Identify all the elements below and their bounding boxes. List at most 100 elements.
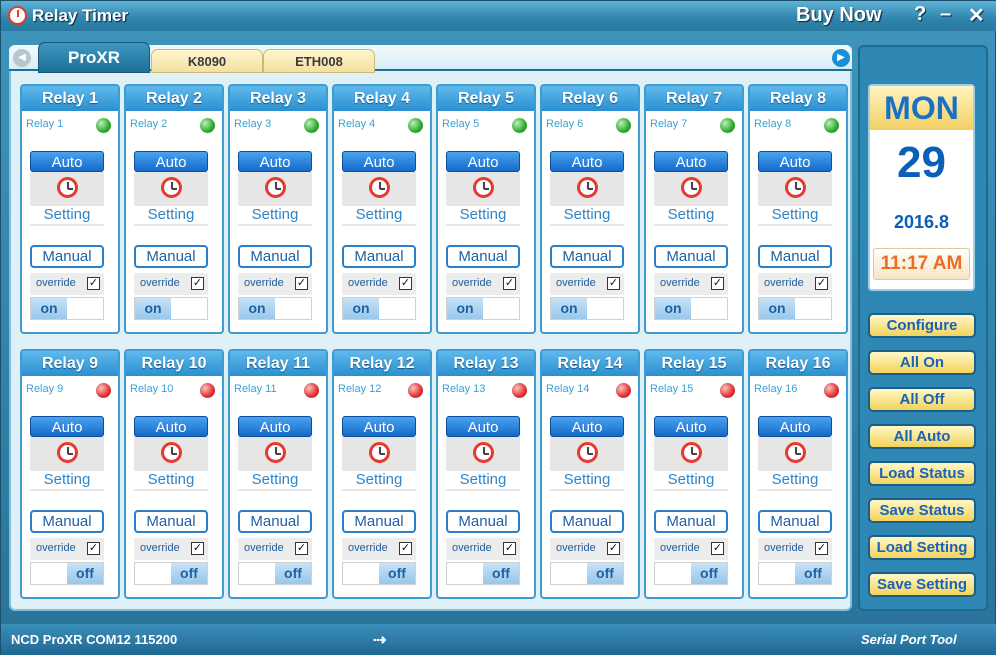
relay-toggle[interactable]: on (446, 297, 520, 320)
tab-scroll-left-icon[interactable]: ◀ (13, 49, 31, 67)
tab-k8090[interactable]: K8090 (151, 49, 263, 73)
relay-toggle[interactable]: off (30, 562, 104, 585)
auto-button[interactable]: Auto (30, 416, 104, 437)
auto-button[interactable]: Auto (550, 151, 624, 172)
auto-button[interactable]: Auto (550, 416, 624, 437)
serial-port-tool-logo[interactable]: Serial Port Tool (861, 632, 957, 647)
load-setting-button[interactable]: Load Setting (868, 535, 976, 560)
relay-toggle[interactable]: on (654, 297, 728, 320)
auto-button[interactable]: Auto (134, 416, 208, 437)
override-checkbox[interactable]: ✓ (191, 542, 204, 555)
tab-proxr[interactable]: ProXR (38, 42, 150, 73)
auto-button[interactable]: Auto (342, 416, 416, 437)
manual-button[interactable]: Manual (238, 510, 312, 533)
minimize-button[interactable]: – (940, 3, 951, 26)
relay-toggle[interactable]: on (342, 297, 416, 320)
timer-setting-button[interactable]: Setting (654, 172, 728, 226)
manual-button[interactable]: Manual (342, 510, 416, 533)
relay-toggle[interactable]: off (134, 562, 208, 585)
override-checkbox[interactable]: ✓ (815, 277, 828, 290)
save-status-button[interactable]: Save Status (868, 498, 976, 523)
manual-button[interactable]: Manual (758, 245, 832, 268)
manual-button[interactable]: Manual (758, 510, 832, 533)
relay-toggle[interactable]: off (446, 562, 520, 585)
timer-setting-button[interactable]: Setting (238, 437, 312, 491)
timer-setting-button[interactable]: Setting (446, 437, 520, 491)
auto-button[interactable]: Auto (134, 151, 208, 172)
relay-toggle[interactable]: off (654, 562, 728, 585)
override-label: override (660, 277, 700, 289)
override-checkbox[interactable]: ✓ (503, 542, 516, 555)
override-checkbox[interactable]: ✓ (295, 542, 308, 555)
auto-button[interactable]: Auto (446, 151, 520, 172)
auto-button[interactable]: Auto (654, 416, 728, 437)
manual-button[interactable]: Manual (30, 510, 104, 533)
override-checkbox[interactable]: ✓ (711, 542, 724, 555)
timer-setting-button[interactable]: Setting (342, 437, 416, 491)
help-button[interactable]: ? (914, 3, 926, 26)
tab-scroll-right-icon[interactable]: ▶ (832, 49, 850, 67)
timer-setting-button[interactable]: Setting (342, 172, 416, 226)
buy-now-button[interactable]: Buy Now (796, 4, 882, 27)
close-button[interactable]: ✕ (968, 3, 985, 28)
load-status-button[interactable]: Load Status (868, 461, 976, 486)
timer-setting-button[interactable]: Setting (758, 437, 832, 491)
override-checkbox[interactable]: ✓ (607, 277, 620, 290)
override-checkbox[interactable]: ✓ (295, 277, 308, 290)
auto-button[interactable]: Auto (758, 151, 832, 172)
relay-toggle[interactable]: on (30, 297, 104, 320)
manual-button[interactable]: Manual (446, 245, 520, 268)
relay-toggle[interactable]: off (238, 562, 312, 585)
manual-button[interactable]: Manual (30, 245, 104, 268)
auto-button[interactable]: Auto (30, 151, 104, 172)
timer-setting-button[interactable]: Setting (30, 437, 104, 491)
override-checkbox[interactable]: ✓ (607, 542, 620, 555)
manual-button[interactable]: Manual (134, 245, 208, 268)
override-checkbox[interactable]: ✓ (87, 542, 100, 555)
manual-button[interactable]: Manual (134, 510, 208, 533)
relay-toggle[interactable]: on (758, 297, 832, 320)
relay-toggle[interactable]: on (238, 297, 312, 320)
save-setting-button[interactable]: Save Setting (868, 572, 976, 597)
override-checkbox[interactable]: ✓ (399, 542, 412, 555)
relay-toggle[interactable]: off (550, 562, 624, 585)
title-bar[interactable]: Relay Timer Buy Now ? – ✕ (1, 1, 996, 31)
timer-setting-button[interactable]: Setting (134, 437, 208, 491)
relay-toggle[interactable]: on (550, 297, 624, 320)
timer-setting-button[interactable]: Setting (30, 172, 104, 226)
timer-setting-button[interactable]: Setting (550, 172, 624, 226)
timer-setting-button[interactable]: Setting (550, 437, 624, 491)
tab-eth008[interactable]: ETH008 (263, 49, 375, 73)
manual-button[interactable]: Manual (342, 245, 416, 268)
manual-button[interactable]: Manual (550, 245, 624, 268)
override-checkbox[interactable]: ✓ (87, 277, 100, 290)
override-checkbox[interactable]: ✓ (399, 277, 412, 290)
manual-button[interactable]: Manual (446, 510, 520, 533)
configure-button[interactable]: Configure (868, 313, 976, 338)
manual-button[interactable]: Manual (654, 245, 728, 268)
timer-setting-button[interactable]: Setting (654, 437, 728, 491)
manual-button[interactable]: Manual (654, 510, 728, 533)
auto-button[interactable]: Auto (238, 151, 312, 172)
timer-setting-button[interactable]: Setting (134, 172, 208, 226)
all-on-button[interactable]: All On (868, 350, 976, 375)
override-checkbox[interactable]: ✓ (191, 277, 204, 290)
override-checkbox[interactable]: ✓ (815, 542, 828, 555)
all-auto-button[interactable]: All Auto (868, 424, 976, 449)
auto-button[interactable]: Auto (238, 416, 312, 437)
relay-toggle[interactable]: off (758, 562, 832, 585)
manual-button[interactable]: Manual (550, 510, 624, 533)
timer-setting-button[interactable]: Setting (446, 172, 520, 226)
relay-toggle[interactable]: on (134, 297, 208, 320)
manual-button[interactable]: Manual (238, 245, 312, 268)
auto-button[interactable]: Auto (654, 151, 728, 172)
override-checkbox[interactable]: ✓ (711, 277, 724, 290)
all-off-button[interactable]: All Off (868, 387, 976, 412)
auto-button[interactable]: Auto (342, 151, 416, 172)
relay-toggle[interactable]: off (342, 562, 416, 585)
override-checkbox[interactable]: ✓ (503, 277, 516, 290)
timer-setting-button[interactable]: Setting (758, 172, 832, 226)
timer-setting-button[interactable]: Setting (238, 172, 312, 226)
auto-button[interactable]: Auto (758, 416, 832, 437)
auto-button[interactable]: Auto (446, 416, 520, 437)
